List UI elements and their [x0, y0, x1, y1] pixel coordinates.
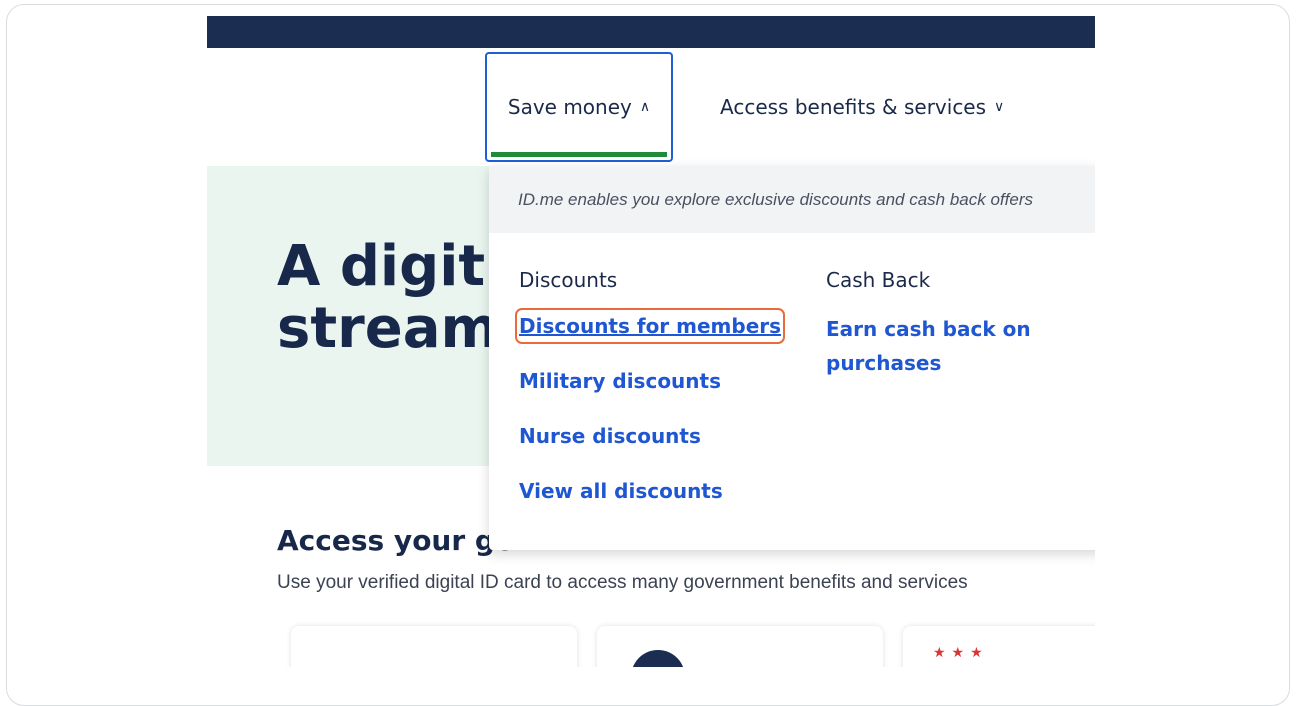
hero-title: A digit stream [277, 236, 499, 360]
top-bar [207, 16, 1095, 48]
seal-icon [631, 650, 685, 667]
service-card[interactable] [597, 626, 883, 667]
nav-save-money-button[interactable]: Save money ∧ [485, 52, 673, 162]
service-card[interactable] [291, 626, 577, 667]
view-all-discounts-link[interactable]: View all discounts [519, 477, 781, 505]
stars-icon: ★★★ [933, 644, 989, 660]
cash-back-heading: Cash Back [826, 268, 931, 292]
nav-save-money-label: Save money [507, 95, 632, 119]
section-title: Access your gc [277, 524, 512, 557]
discounts-heading: Discounts [519, 268, 618, 292]
hero-title-line-1: A digit [277, 234, 486, 299]
nurse-discounts-link[interactable]: Nurse discounts [519, 422, 781, 450]
military-discounts-link[interactable]: Military discounts [519, 367, 781, 395]
save-money-dropdown: ID.me enables you explore exclusive disc… [489, 166, 1095, 550]
dropdown-intro: ID.me enables you explore exclusive disc… [489, 166, 1095, 233]
nav-access-benefits-button[interactable]: Access benefits & services ∨ [720, 52, 1004, 162]
discounts-for-members-link[interactable]: Discounts for members [514, 308, 786, 344]
cash-back-column: Cash Back Earn cash back on purchases [826, 266, 1056, 407]
nav-access-benefits-label: Access benefits & services [720, 95, 987, 119]
hero-title-line-2: stream [277, 296, 499, 361]
discounts-column: Discounts Discounts for members Military… [514, 266, 786, 532]
service-card[interactable]: ★★★ [903, 626, 1095, 667]
chevron-down-icon: ∨ [994, 99, 1005, 115]
earn-cash-back-link[interactable]: Earn cash back on purchases [826, 312, 1056, 380]
section-subtitle: Use your verified digital ID card to acc… [277, 572, 968, 593]
active-tab-underline [491, 152, 667, 157]
chevron-up-icon: ∧ [639, 99, 651, 115]
browser-viewport: Save money ∧ Access benefits & services … [207, 16, 1095, 667]
